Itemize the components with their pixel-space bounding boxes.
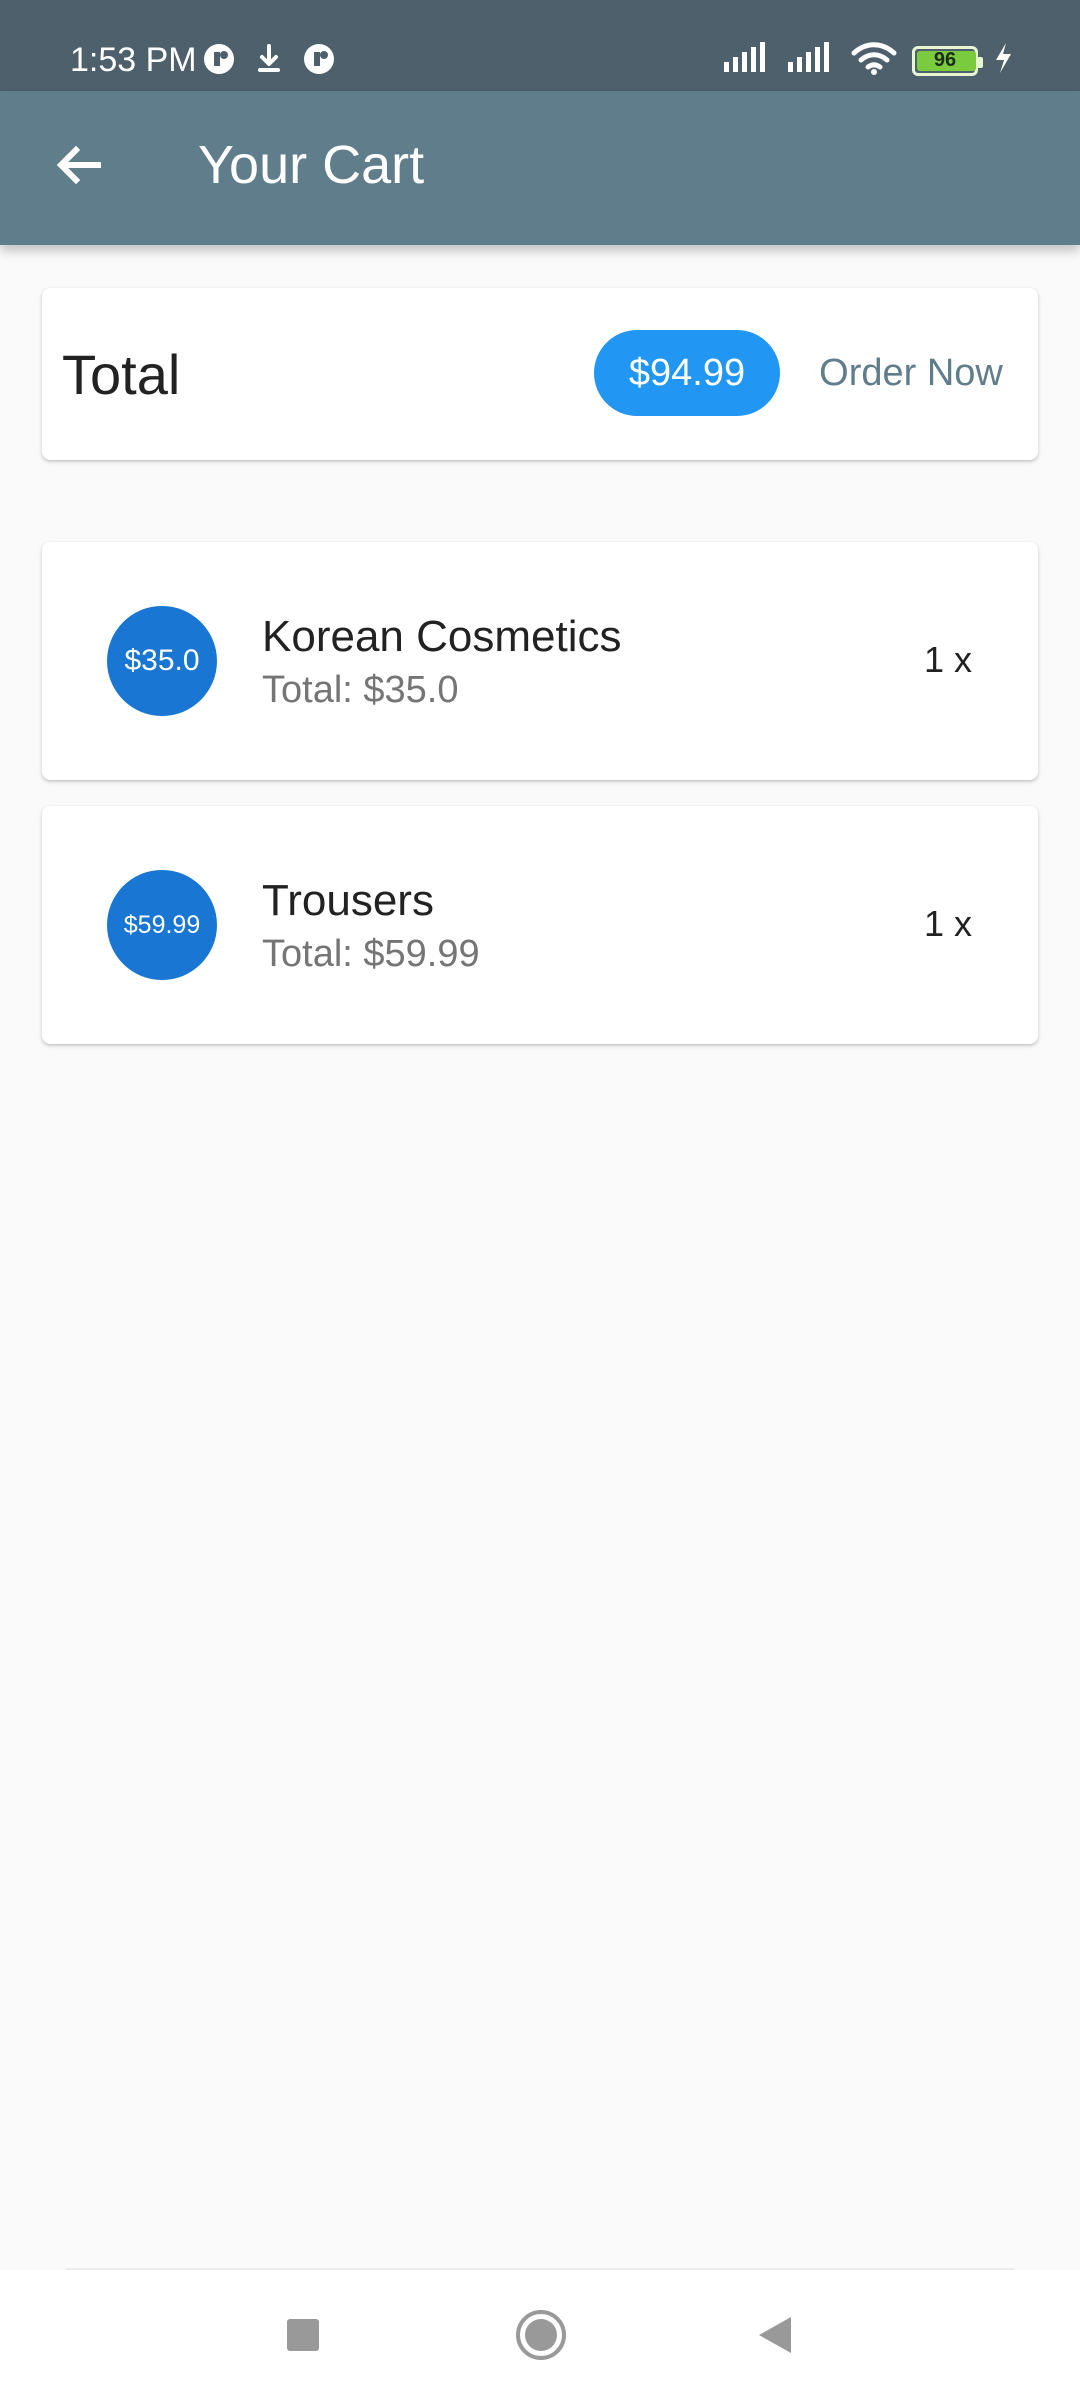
item-avatar-price: $59.99 xyxy=(123,910,201,939)
notification-icon xyxy=(202,42,236,81)
cart-item-card: $35.0 Korean Cosmetics Total: $35.0 1 x xyxy=(42,542,1038,780)
order-now-button[interactable]: Order Now xyxy=(794,330,1028,416)
status-notification-icons xyxy=(202,42,336,81)
status-system-icons: 96 xyxy=(722,40,1014,81)
status-time: 1:53 PM xyxy=(70,41,197,79)
item-name: Trousers xyxy=(262,876,434,925)
item-quantity: 1 x xyxy=(923,903,972,944)
back-icon xyxy=(759,2317,791,2353)
item-total: Total: $59.99 xyxy=(262,933,480,975)
battery-icon: 96 xyxy=(912,45,983,76)
signal-icon xyxy=(722,42,772,79)
recents-icon xyxy=(287,2319,319,2351)
total-price-chip: $94.99 xyxy=(594,330,780,416)
home-button[interactable] xyxy=(504,2298,578,2372)
item-quantity: 1 x xyxy=(923,639,972,680)
battery-percentage: 96 xyxy=(933,49,957,71)
signal-icon xyxy=(786,42,836,79)
item-name: Korean Cosmetics xyxy=(262,612,622,661)
item-total: Total: $35.0 xyxy=(262,669,459,711)
item-price-avatar: $35.0 xyxy=(107,606,217,716)
system-back-button[interactable] xyxy=(738,2298,812,2372)
cart-item-card: $59.99 Trousers Total: $59.99 1 x xyxy=(42,806,1038,1044)
recents-button[interactable] xyxy=(266,2298,340,2372)
wifi-icon xyxy=(850,40,898,81)
page-title: Your Cart xyxy=(198,135,425,195)
system-navigation-bar xyxy=(0,2270,1080,2400)
download-icon xyxy=(254,42,284,81)
arrow-left-icon xyxy=(56,145,101,185)
notification-icon xyxy=(302,42,336,81)
back-button[interactable] xyxy=(40,127,116,203)
status-bar: 1:53 PM 96 xyxy=(0,0,1080,91)
total-label: Total xyxy=(62,343,181,406)
item-price-avatar: $59.99 xyxy=(107,870,217,980)
item-avatar-price: $35.0 xyxy=(124,644,200,677)
cart-total-card: Total $94.99 Order Now xyxy=(42,288,1038,460)
cart-screen: 1:53 PM 96 Your Cart Total $94.99 Order … xyxy=(0,0,1080,2400)
top-app-bar: Your Cart xyxy=(0,91,1080,245)
home-icon xyxy=(516,2310,566,2360)
charging-icon xyxy=(992,41,1014,80)
